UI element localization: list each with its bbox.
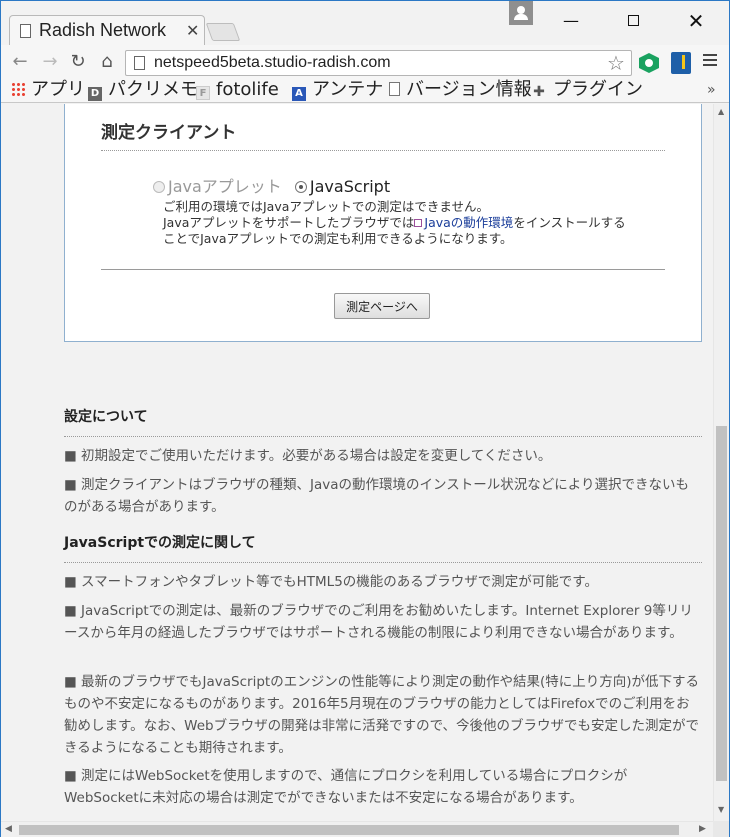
bookmark-version-info[interactable]: バージョン情報 <box>389 79 532 103</box>
bookmark-label: fotolife <box>216 79 279 100</box>
maximize-button[interactable] <box>618 9 648 33</box>
radio-label[interactable]: JavaScript <box>310 177 390 196</box>
back-arrow-icon[interactable]: ← <box>9 51 31 73</box>
radio-button-disabled <box>153 181 165 193</box>
client-panel-title: 測定クライアント <box>101 123 237 143</box>
toolbar: ← → ↻ ⌂ netspeed5beta.studio-radish.com … <box>1 45 729 79</box>
forward-arrow-icon[interactable]: → <box>39 51 61 73</box>
divider <box>64 562 702 563</box>
section-title: 設定について <box>64 409 148 425</box>
page-icon <box>389 82 400 96</box>
note-line: ご利用の環境ではJavaアプレットでの測定はできません。 <box>163 199 490 214</box>
scroll-right-icon[interactable]: ▶ <box>699 824 706 834</box>
list-item: ■ JavaScriptでの測定は、最新のブラウザでのご利用をお勧めいたします。… <box>64 603 693 641</box>
d-favicon-icon: D <box>88 87 102 101</box>
page-content: 測定クライアント Javaアプレット JavaScript ご利用の環境ではJa… <box>1 104 713 821</box>
bookmark-star-icon[interactable]: ☆ <box>607 51 625 75</box>
puzzle-icon: ✚ <box>533 84 545 100</box>
javascript-section-header: JavaScriptでの測定に関して <box>64 532 702 563</box>
list-item: ■ 最新のブラウザでもJavaScriptのエンジンの性能等により測定の動作や結… <box>64 674 700 756</box>
profile-icon[interactable] <box>509 1 533 25</box>
menu-icon[interactable] <box>703 54 717 68</box>
page-icon <box>20 24 31 38</box>
reload-icon[interactable]: ↻ <box>67 51 89 73</box>
list-item: ■ 初期設定でご使用いただけます。必要がある場合は設定を変更してください。 <box>64 448 552 464</box>
bookmarks-bar: アプリ D パクリメモ Ffotolife A アンテナ バージョン情報 ✚ プラグイ… <box>1 79 729 103</box>
minimize-button[interactable]: — <box>556 9 586 33</box>
close-window-button[interactable]: ✕ <box>681 9 711 33</box>
scrollbar-corner <box>713 821 729 837</box>
radio-java-applet: Javaアプレット <box>153 177 282 196</box>
horizontal-scroll-thumb[interactable] <box>19 825 679 835</box>
divider <box>101 269 665 270</box>
java-env-link[interactable]: Javaの動作環境 <box>414 215 513 230</box>
bookmark-label: アンテナ <box>312 79 384 100</box>
eye-extension-icon[interactable] <box>639 53 659 73</box>
note-text: Javaアプレットをサポートしたブラウザでは <box>163 215 415 230</box>
scroll-down-icon[interactable]: ▼ <box>718 805 724 814</box>
bookmark-label: アプリ <box>31 79 85 100</box>
client-radio-group: Javaアプレット JavaScript <box>153 173 390 197</box>
bookmark-antenna[interactable]: A アンテナ <box>292 79 383 103</box>
external-link-icon <box>414 219 423 227</box>
section-title: JavaScriptでの測定に関して <box>64 535 256 551</box>
list-item: ■ スマートフォンやタブレット等でもHTML5の機能のあるブラウザで測定が可能で… <box>64 574 598 590</box>
bookmark-pakurimemo[interactable]: D パクリメモ <box>88 79 198 103</box>
bookmark-extension-icon[interactable] <box>671 52 691 74</box>
bookmarks-overflow-icon[interactable]: » <box>707 79 716 101</box>
list-item: ■ 測定にはWebSocketを使用しますので、通信にプロクシを利用している場合… <box>64 768 628 806</box>
start-measurement-button[interactable]: 測定ページへ <box>334 293 430 319</box>
client-panel: 測定クライアント Javaアプレット JavaScript ご利用の環境ではJa… <box>64 104 702 342</box>
a-favicon-icon: A <box>292 87 306 101</box>
page-info-icon[interactable] <box>134 56 145 70</box>
new-tab-button[interactable] <box>205 23 241 41</box>
active-tab[interactable]: Radish Network ✕ <box>9 15 205 45</box>
radio-button-checked[interactable] <box>294 181 307 193</box>
url-text[interactable]: netspeed5beta.studio-radish.com <box>154 54 391 72</box>
tab-title: Radish Network <box>39 20 167 40</box>
link-text[interactable]: Javaの動作環境 <box>424 215 513 230</box>
vertical-scroll-thumb[interactable] <box>716 426 727 781</box>
close-tab-icon[interactable]: ✕ <box>186 21 199 40</box>
scroll-left-icon[interactable]: ◀ <box>5 824 12 834</box>
radio-javascript[interactable]: JavaScript <box>294 177 390 196</box>
bookmark-apps[interactable]: アプリ <box>11 79 85 103</box>
divider <box>101 150 665 151</box>
f-favicon-icon: F <box>196 86 210 100</box>
address-bar[interactable]: netspeed5beta.studio-radish.com ☆ <box>125 50 632 76</box>
radio-label: Javaアプレット <box>168 177 282 196</box>
bookmark-label: パクリメモ <box>108 79 198 100</box>
java-unavailable-note: ご利用の環境ではJavaアプレットでの測定はできません。 Javaアプレットをサ… <box>163 199 663 247</box>
divider <box>64 436 702 437</box>
home-icon[interactable]: ⌂ <box>96 51 118 73</box>
horizontal-scrollbar[interactable]: ◀ ▶ <box>1 821 713 837</box>
scroll-up-icon[interactable]: ▲ <box>718 107 724 116</box>
note-text: をインストールする <box>513 215 626 230</box>
apps-grid-icon <box>11 82 25 96</box>
settings-section-header: 設定について <box>64 406 702 437</box>
list-item: ■ 測定クライアントはブラウザの種類、Javaの動作環境のインストール状況などに… <box>64 477 689 515</box>
browser-window: Radish Network ✕ — ✕ ← → ↻ ⌂ netspeed5be… <box>0 0 730 837</box>
vertical-scrollbar[interactable]: ▲ ▼ <box>713 104 729 821</box>
tab-strip: Radish Network ✕ — ✕ <box>1 1 729 45</box>
bookmark-label: バージョン情報 <box>406 79 532 100</box>
bookmark-fotolife[interactable]: Ffotolife <box>196 79 279 103</box>
note-line: ことでJavaアプレットでの測定も利用できるようになります。 <box>163 231 513 246</box>
bookmark-label: プラグイン <box>553 79 643 100</box>
note-line: Javaアプレットをサポートしたブラウザでは Javaの動作環境をインストールする <box>163 215 663 231</box>
bookmark-plugins[interactable]: ✚ プラグイン <box>531 79 643 103</box>
